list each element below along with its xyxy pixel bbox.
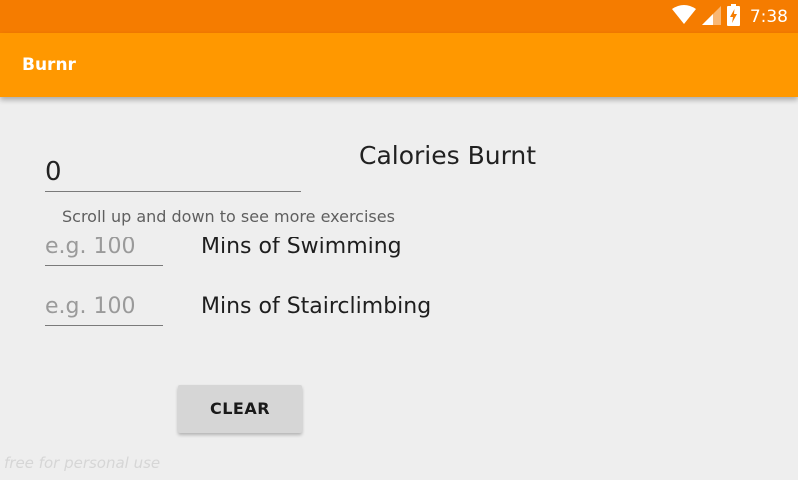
status-bar: 7:38 bbox=[0, 0, 798, 33]
app-bar: Burnr bbox=[0, 33, 798, 97]
exercise-row-stairclimbing: e.g. 100 Mins of Stairclimbing bbox=[45, 287, 745, 331]
scroll-hint: Scroll up and down to see more exercises bbox=[0, 197, 430, 237]
clear-button[interactable]: CLEAR bbox=[178, 385, 302, 433]
calories-burnt-value[interactable]: 0 bbox=[45, 152, 301, 192]
watermark: free for personal use bbox=[4, 454, 161, 472]
clock-time: 7:38 bbox=[749, 7, 788, 27]
scroll-hint-text: Scroll up and down to see more exercises bbox=[62, 207, 395, 226]
stairclimbing-minutes-input[interactable]: e.g. 100 bbox=[45, 287, 163, 326]
main-content: 0 Calories Burnt e.g. 100 Mins of Swimmi… bbox=[0, 97, 798, 480]
status-icons: 7:38 bbox=[671, 4, 788, 30]
calories-burnt-label: Calories Burnt bbox=[359, 141, 537, 170]
wifi-icon bbox=[671, 5, 696, 29]
app-title: Burnr bbox=[22, 55, 76, 75]
stairclimbing-label: Mins of Stairclimbing bbox=[201, 294, 432, 319]
cell-signal-icon bbox=[701, 5, 721, 29]
battery-charging-icon bbox=[726, 4, 740, 30]
